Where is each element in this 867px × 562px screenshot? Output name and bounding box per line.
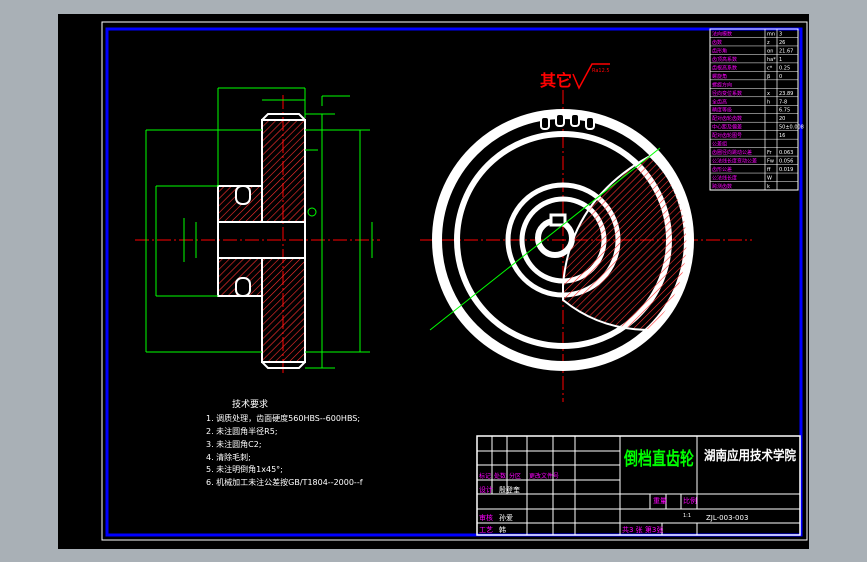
tb-drawing-no: ZJL-003-003 (706, 514, 748, 522)
param-value: 0.019 (779, 167, 793, 173)
title-roughness: Ra12.5 (592, 68, 610, 74)
param-value: 3 (779, 31, 782, 37)
tech-heading: 技术要求 (232, 398, 268, 410)
param-label: 配对齿轮图号 (712, 132, 742, 139)
param-symbol: β (767, 74, 770, 80)
tb-weight-label: 重量 (653, 497, 667, 505)
param-label: 公差组 (712, 141, 727, 148)
param-value: 1 (779, 57, 782, 63)
param-symbol: k (767, 184, 770, 190)
tech-item-4: 4. 清除毛刺; (206, 452, 251, 462)
param-value: 26 (779, 40, 785, 46)
tech-item-3: 3. 未注圆角C2; (206, 439, 262, 449)
param-symbol: αn (767, 48, 773, 54)
tb-designer-name: 殷登奎 (499, 485, 520, 494)
param-symbol: x (767, 91, 770, 97)
tech-item-1: 1. 调质处理，齿面硬度560HBS--600HBS; (206, 413, 360, 423)
param-label: 齿形角 (712, 47, 727, 54)
param-value: 0.25 (779, 65, 790, 71)
param-value: 7-8 (779, 99, 787, 105)
param-label: 公法线长度变动公差 (712, 158, 757, 165)
tb-scale-value: 1:1 (683, 513, 691, 519)
param-value: 50±0.008 (779, 125, 804, 131)
param-symbol: z (767, 40, 770, 46)
param-label: 径向变位系数 (712, 90, 742, 97)
drawing-background (58, 14, 809, 549)
rim-section-upper (261, 119, 306, 223)
param-label: 法向模数 (712, 30, 732, 37)
tb-checker-label: 审核 (479, 513, 493, 522)
param-symbol: ha* (767, 57, 776, 63)
tb-part-name: 倒档直齿轮 (623, 448, 694, 470)
keyway (549, 213, 567, 227)
param-value: 16 (779, 133, 785, 139)
param-value: 20 (779, 116, 785, 122)
param-symbol: ff (767, 167, 771, 173)
cad-drawing-canvas: 其它 Ra12.5 技术要求 1. 调质处理，齿面硬度560HBS--600HB… (58, 14, 809, 549)
param-symbol: Fw (767, 159, 774, 165)
param-label: 中心距及偏差 (712, 124, 742, 131)
param-symbol: h (767, 99, 770, 105)
param-value: 6.75 (779, 108, 790, 114)
tech-item-6: 6. 机械加工未注公差按GB/T1804--2000--f (206, 477, 363, 487)
param-symbol: c* (767, 65, 773, 71)
tech-item-2: 2. 未注圆角半径R5; (206, 426, 278, 436)
tb-school: 湖南应用技术学院 (704, 448, 796, 464)
tb-scale-label: 比例 (683, 496, 697, 505)
param-value: 0.056 (779, 159, 793, 165)
tb-rev-col-1: 标记 (479, 472, 491, 480)
param-label: 螺旋方向 (712, 81, 732, 88)
param-value: 21.67 (779, 48, 793, 54)
param-label: 配对齿轮齿数 (712, 115, 742, 122)
tech-item-5: 5. 未注明倒角1x45°; (206, 464, 283, 474)
param-value: 23.89 (779, 91, 793, 97)
tb-process-label: 工艺 (479, 526, 493, 534)
tb-checker-name: 孙爱 (499, 513, 513, 522)
param-label: 齿数 (712, 39, 722, 46)
tb-rev-col-2: 处数 (494, 472, 506, 480)
rim-section-lower (261, 257, 306, 363)
param-label: 齿顶高系数 (712, 56, 737, 63)
param-label: 跨测齿数 (712, 183, 732, 190)
param-value: 0.063 (779, 150, 793, 156)
param-label: 精度等级 (712, 107, 732, 114)
param-label: 齿圈径向跳动公差 (712, 149, 752, 156)
param-symbol: W (767, 176, 772, 182)
tb-sheet-info: 共3 张 第3张 (622, 525, 663, 534)
param-label: 全齿高 (712, 98, 727, 105)
tb-rev-col-3: 分区 (509, 472, 521, 480)
param-label: 螺旋角 (712, 73, 727, 80)
title-mark: 其它 (540, 71, 572, 90)
param-label: 齿形公差 (712, 166, 732, 173)
param-label: 齿根高系数 (712, 64, 737, 71)
tb-rev-col-4: 更改文件号 (529, 472, 559, 480)
param-value: 0 (779, 74, 782, 80)
param-label: 公法线长度 (712, 175, 737, 182)
tb-process-name: 韩 (499, 525, 506, 534)
param-symbol: mn (767, 31, 775, 37)
tb-designer-label: 设计 (479, 485, 493, 494)
